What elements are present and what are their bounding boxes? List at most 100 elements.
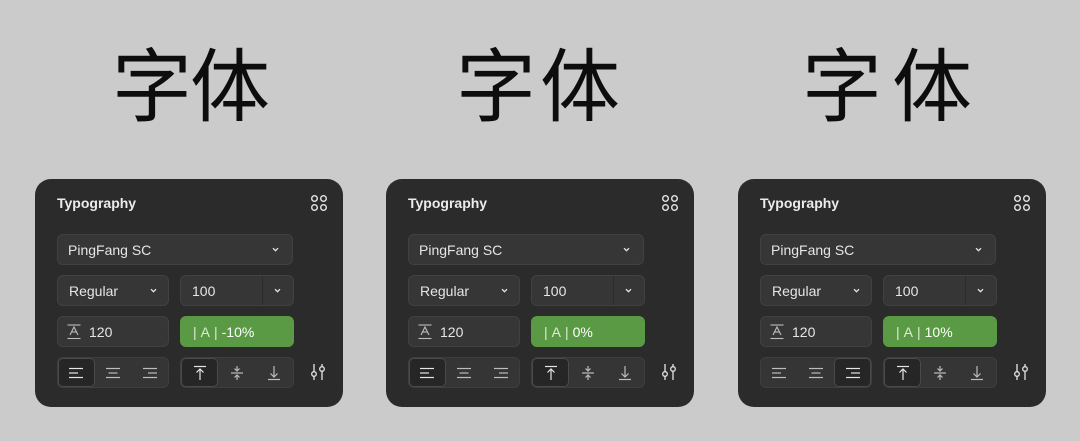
line-height-field[interactable]: 120 [408, 316, 520, 347]
align-bottom-button[interactable] [256, 358, 293, 387]
divider: | [213, 323, 218, 340]
align-bottom-icon [971, 365, 984, 380]
font-size-value: 100 [543, 282, 567, 299]
line-height-icon [418, 323, 432, 339]
font-weight-value: Regular [69, 282, 119, 299]
divider [262, 276, 263, 305]
align-left-button[interactable] [58, 358, 95, 387]
font-size-field[interactable]: 100 [180, 275, 294, 306]
align-bottom-button[interactable] [959, 358, 996, 387]
line-height-icon [67, 323, 81, 339]
vertical-align-group [180, 357, 294, 388]
chevron-down-icon[interactable] [273, 286, 282, 295]
chevron-down-icon [975, 247, 982, 252]
panel-title: Typography [57, 195, 137, 211]
align-right-icon [845, 367, 860, 378]
align-bottom-icon [268, 365, 281, 380]
letter-spacing-field[interactable]: | A | 0% [531, 316, 645, 347]
align-bottom-icon [619, 365, 632, 380]
chevron-down-icon [853, 288, 860, 293]
align-right-icon [493, 367, 508, 378]
align-top-icon [544, 365, 557, 380]
chevron-down-icon [623, 247, 630, 252]
vertical-align-group [883, 357, 997, 388]
align-top-button[interactable] [181, 358, 219, 387]
chevron-down-icon[interactable] [624, 286, 633, 295]
align-top-button[interactable] [532, 358, 570, 387]
align-top-icon [193, 365, 206, 380]
vertical-align-group [531, 357, 645, 388]
font-size-field[interactable]: 100 [531, 275, 645, 306]
font-weight-value: Regular [772, 282, 822, 299]
align-middle-button[interactable] [921, 358, 958, 387]
divider: | [544, 323, 548, 340]
font-family-select[interactable]: PingFang SC [57, 234, 293, 265]
chevron-down-icon[interactable] [976, 286, 985, 295]
line-height-value: 120 [792, 323, 816, 340]
glyph-preview-1: 字体 [112, 41, 270, 134]
letter-spacing-value: 10% [924, 323, 953, 340]
align-bottom-button[interactable] [607, 358, 644, 387]
line-height-value: 120 [440, 323, 464, 340]
font-weight-value: Regular [420, 282, 470, 299]
line-height-value: 120 [89, 323, 113, 340]
line-height-field[interactable]: 120 [57, 316, 169, 347]
align-left-icon [772, 367, 787, 378]
align-middle-button[interactable] [218, 358, 255, 387]
letter-spacing-value: 0% [572, 323, 593, 340]
text-align-group [57, 357, 169, 388]
font-size-value: 100 [895, 282, 919, 299]
align-middle-button[interactable] [569, 358, 606, 387]
letter-spacing-field[interactable]: | A | 10% [883, 316, 997, 347]
align-left-button[interactable] [761, 358, 798, 387]
typography-panel-3: Typography PingFang SC Regular 100 120 |… [738, 179, 1046, 407]
font-weight-select[interactable]: Regular [760, 275, 872, 306]
chevron-down-icon [272, 247, 279, 252]
four-dots-icon[interactable] [661, 194, 679, 212]
font-size-value: 100 [192, 282, 216, 299]
font-family-value: PingFang SC [419, 241, 503, 258]
line-height-field[interactable]: 120 [760, 316, 872, 347]
sliders-icon[interactable] [1012, 363, 1030, 381]
divider: | [564, 323, 569, 340]
glyph-preview-3: 字体 [802, 41, 982, 134]
align-right-button[interactable] [482, 358, 519, 387]
letter-spacing-icon-label: A [903, 323, 913, 340]
glyph-preview-2: 字体 [456, 41, 624, 134]
typography-panel-1: Typography PingFang SC Regular 100 120 |… [35, 179, 343, 407]
divider [613, 276, 614, 305]
align-center-icon [106, 367, 120, 378]
align-left-icon [69, 367, 84, 378]
letter-spacing-field[interactable]: | A | -10% [180, 316, 294, 347]
align-top-button[interactable] [884, 358, 922, 387]
four-dots-icon[interactable] [1013, 194, 1031, 212]
align-top-icon [896, 365, 909, 380]
align-left-button[interactable] [409, 358, 446, 387]
letter-spacing-icon-label: A [551, 323, 561, 340]
align-right-icon [142, 367, 157, 378]
font-family-select[interactable]: PingFang SC [760, 234, 996, 265]
sliders-icon[interactable] [309, 363, 327, 381]
divider: | [193, 323, 197, 340]
letter-spacing-value: -10% [221, 323, 255, 340]
align-center-icon [457, 367, 471, 378]
font-family-value: PingFang SC [771, 241, 855, 258]
typography-panel-2: Typography PingFang SC Regular 100 120 |… [386, 179, 694, 407]
align-center-button[interactable] [446, 358, 483, 387]
font-weight-select[interactable]: Regular [408, 275, 520, 306]
align-center-button[interactable] [95, 358, 132, 387]
align-center-button[interactable] [798, 358, 835, 387]
align-left-icon [420, 367, 435, 378]
line-height-icon [770, 323, 784, 339]
sliders-icon[interactable] [660, 363, 678, 381]
align-right-button[interactable] [834, 358, 872, 387]
divider: | [916, 323, 921, 340]
font-weight-select[interactable]: Regular [57, 275, 169, 306]
font-family-select[interactable]: PingFang SC [408, 234, 644, 265]
chevron-down-icon [501, 288, 508, 293]
align-right-button[interactable] [131, 358, 168, 387]
align-middle-icon [230, 365, 243, 380]
four-dots-icon[interactable] [310, 194, 328, 212]
font-size-field[interactable]: 100 [883, 275, 997, 306]
align-center-icon [809, 367, 823, 378]
